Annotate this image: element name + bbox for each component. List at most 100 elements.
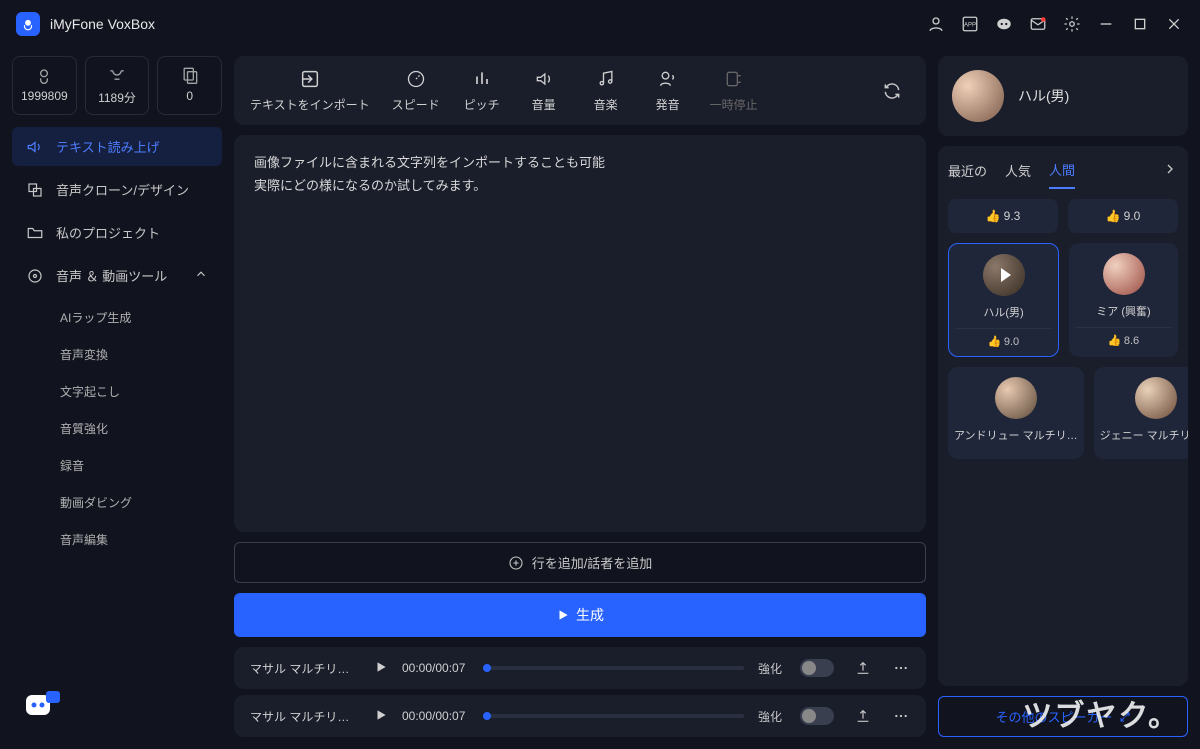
track-name: マサル マルチリンガ… — [250, 660, 360, 677]
audio-track: マサル マルチリンガ… 00:00/00:07 強化 — [234, 647, 926, 689]
chatbot-button[interactable] — [22, 687, 62, 727]
speaker-card[interactable]: ミア (興奮) 👍8.6 — [1069, 243, 1178, 357]
titlebar: iMyFone VoxBox APP — [0, 0, 1200, 48]
tab-recent[interactable]: 最近の — [948, 153, 987, 188]
tools-icon — [26, 267, 44, 285]
rating-pill[interactable]: 👍9.3 — [948, 199, 1058, 233]
speed-icon — [405, 68, 427, 90]
toolbar: テキストをインポート スピード ピッチ 音量 音楽 — [234, 56, 926, 125]
add-row-button[interactable]: 行を追加/話者を追加 — [234, 542, 926, 583]
pitch-icon — [471, 68, 493, 90]
speaker-card[interactable]: ハル(男) 👍9.0 — [948, 243, 1059, 357]
nav-tts[interactable]: テキスト読み上げ — [12, 127, 222, 166]
stat-minutes[interactable]: 1189分 — [85, 56, 150, 115]
editor-line: 実際にどの様になるのか試してみます。 — [254, 174, 906, 197]
speaker-avatar — [995, 377, 1037, 419]
nav-my-projects[interactable]: 私のプロジェクト — [12, 213, 222, 252]
volume-button[interactable]: 音量 — [524, 68, 564, 113]
user-icon[interactable] — [926, 14, 946, 34]
app-title: iMyFone VoxBox — [50, 16, 926, 32]
import-text-button[interactable]: テキストをインポート — [250, 68, 370, 113]
plus-circle-icon — [508, 555, 524, 571]
play-icon — [556, 608, 570, 622]
speaker-card-name: ミア (興奮) — [1075, 303, 1172, 319]
play-icon[interactable] — [374, 708, 388, 725]
sub-audio-edit[interactable]: 音声編集 — [12, 521, 222, 558]
watermark: ツブヤク。 — [1022, 691, 1180, 735]
nav-voice-clone[interactable]: 音声クローン/デザイン — [12, 170, 222, 209]
stat-characters[interactable]: 1999809 — [12, 56, 77, 115]
speaker-card[interactable]: アンドリュー マルチリ… — [948, 367, 1084, 459]
nav-av-tools[interactable]: 音声 ＆ 動画ツール — [12, 256, 222, 295]
rating-pill[interactable]: 👍9.0 — [1068, 199, 1178, 233]
pitch-button[interactable]: ピッチ — [462, 68, 502, 113]
mail-icon[interactable] — [1028, 14, 1048, 34]
speaker-card-name: アンドリュー マルチリ… — [954, 427, 1078, 443]
current-speaker: ハル(男) — [938, 56, 1188, 136]
enhance-label: 強化 — [758, 708, 782, 725]
track-name: マサル マルチリンガ… — [250, 708, 360, 725]
thumb-icon: 👍 — [986, 209, 998, 223]
speaker-avatar — [1135, 377, 1177, 419]
sub-enhance[interactable]: 音質強化 — [12, 410, 222, 447]
minimize-icon[interactable] — [1096, 14, 1116, 34]
speaker-card[interactable]: ジェニー マルチリン… — [1094, 367, 1188, 459]
sub-transcribe[interactable]: 文字起こし — [12, 373, 222, 410]
sub-record[interactable]: 録音 — [12, 447, 222, 484]
speaker-card-name: ハル(男) — [955, 304, 1052, 320]
gear-icon[interactable] — [1062, 14, 1082, 34]
upload-icon[interactable] — [854, 659, 872, 677]
chevron-right-icon[interactable] — [1162, 161, 1178, 180]
track-time: 00:00/00:07 — [402, 709, 465, 723]
speed-button[interactable]: スピード — [392, 68, 440, 113]
tts-icon — [26, 138, 44, 156]
upload-icon[interactable] — [854, 707, 872, 725]
maximize-icon[interactable] — [1130, 14, 1150, 34]
folder-icon — [26, 224, 44, 242]
speaker-card-name: ジェニー マルチリン… — [1100, 427, 1188, 443]
enhance-label: 強化 — [758, 660, 782, 677]
tab-popular[interactable]: 人気 — [1005, 153, 1031, 188]
enhance-toggle[interactable] — [800, 707, 834, 725]
speaker-name: ハル(男) — [1018, 86, 1069, 106]
more-icon[interactable] — [892, 707, 910, 725]
pronounce-button[interactable]: 発音 — [648, 68, 688, 113]
import-icon — [299, 68, 321, 90]
sub-ai-rap[interactable]: AIラップ生成 — [12, 299, 222, 336]
thumb-icon: 👍 — [1106, 209, 1118, 223]
nav-label: テキスト読み上げ — [56, 137, 160, 156]
tab-human[interactable]: 人間 — [1049, 152, 1075, 189]
speaker-avatar — [952, 70, 1004, 122]
more-icon[interactable] — [892, 659, 910, 677]
pronounce-icon — [657, 68, 679, 90]
pause-button: 一時停止 — [710, 68, 758, 113]
sub-voice-change[interactable]: 音声変換 — [12, 336, 222, 373]
nav-label: 音声クローン/デザイン — [56, 180, 189, 199]
speaker-tabs: 最近の 人気 人間 — [938, 146, 1188, 189]
thumb-icon: 👍 — [1108, 334, 1120, 347]
stat-zero[interactable]: 0 — [157, 56, 222, 115]
app-icon[interactable]: APP — [960, 14, 980, 34]
refresh-button[interactable] — [874, 73, 910, 109]
text-editor[interactable]: 画像ファイルに含まれる文字列をインポートすることも可能 実際にどの様になるのか試… — [234, 135, 926, 532]
discord-icon[interactable] — [994, 14, 1014, 34]
svg-text:APP: APP — [964, 22, 976, 28]
enhance-toggle[interactable] — [800, 659, 834, 677]
speaker-avatar-play[interactable] — [983, 254, 1025, 296]
editor-line: 画像ファイルに含まれる文字列をインポートすることも可能 — [254, 151, 906, 174]
refresh-icon — [882, 81, 902, 101]
track-progress[interactable] — [487, 714, 744, 718]
track-time: 00:00/00:07 — [402, 661, 465, 675]
close-icon[interactable] — [1164, 14, 1184, 34]
sub-dubbing[interactable]: 動画ダビング — [12, 484, 222, 521]
sidebar: 1999809 1189分 0 テキスト読み上げ 音声クローン/デザイン — [12, 56, 222, 737]
music-button[interactable]: 音楽 — [586, 68, 626, 113]
thumb-icon: 👍 — [988, 335, 1000, 348]
nav-label: 私のプロジェクト — [56, 223, 160, 242]
play-icon[interactable] — [374, 660, 388, 677]
track-progress[interactable] — [487, 666, 744, 670]
main-panel: テキストをインポート スピード ピッチ 音量 音楽 — [234, 56, 926, 737]
audio-track: マサル マルチリンガ… 00:00/00:07 強化 — [234, 695, 926, 737]
right-panel: ハル(男) 最近の 人気 人間 👍9.3 👍9.0 — [938, 56, 1188, 737]
generate-button[interactable]: 生成 — [234, 593, 926, 637]
